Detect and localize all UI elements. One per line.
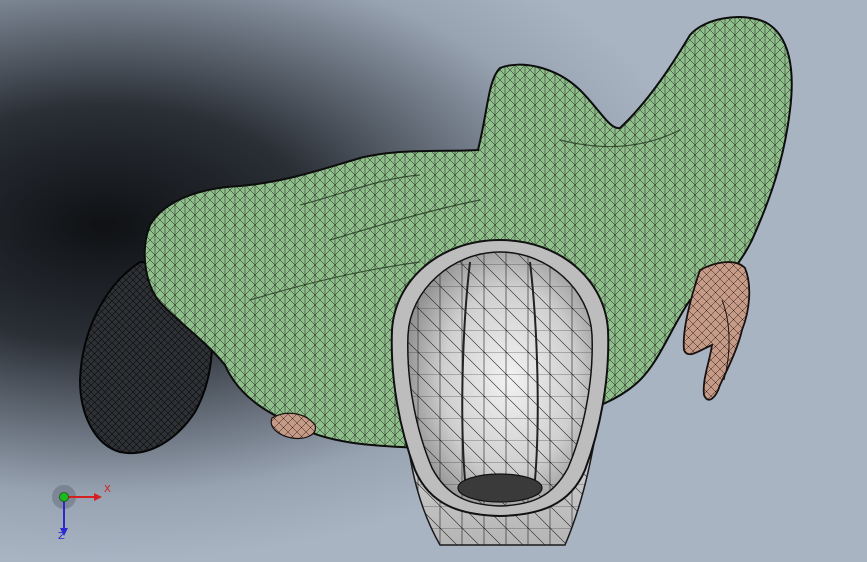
mesh-model-fencer[interactable] xyxy=(0,0,867,562)
triad-z-label: Z xyxy=(58,531,65,542)
graphics-viewport[interactable]: X Z xyxy=(0,0,867,562)
coordinate-triad: X Z xyxy=(48,480,118,550)
fencing-mask-mesh xyxy=(390,238,610,546)
triad-x-label: X xyxy=(104,484,111,495)
